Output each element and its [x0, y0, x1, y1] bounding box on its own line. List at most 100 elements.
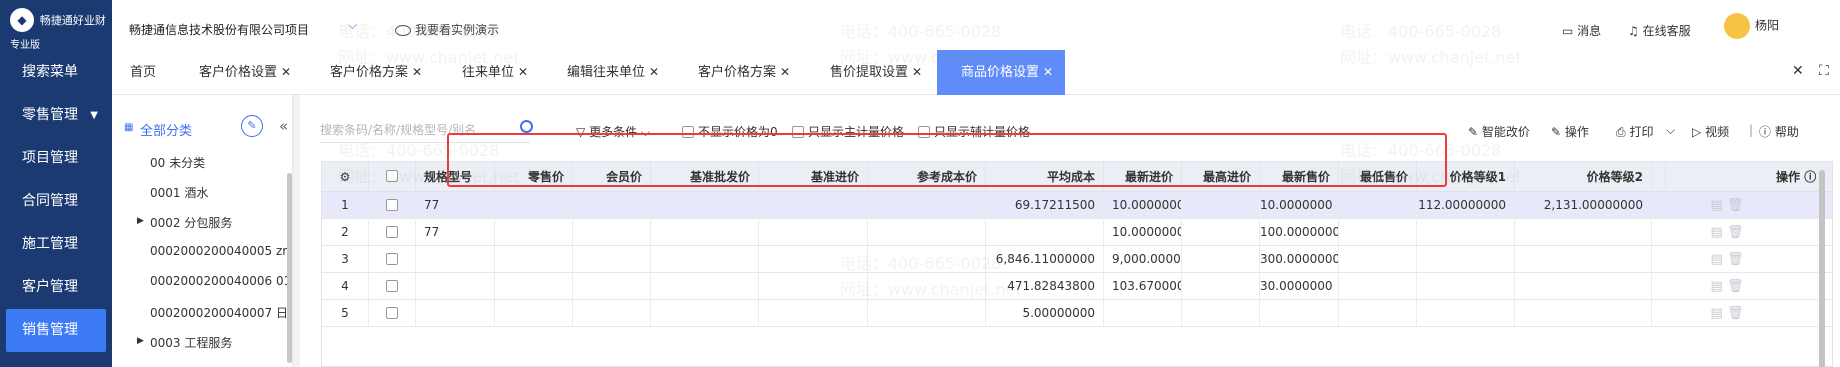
cell-retail	[495, 246, 573, 273]
sidebar-item-construction[interactable]: 施工管理	[0, 223, 112, 266]
select-all-checkbox[interactable]	[386, 170, 398, 182]
search-input[interactable]: 搜索条码/名称/规格型号/别名	[320, 121, 476, 138]
search-icon[interactable]	[520, 120, 533, 133]
edit-row-icon[interactable]: ▤	[1711, 279, 1727, 294]
expand-icon[interactable]: ▶	[137, 336, 144, 346]
table-row[interactable]: 3 6,846.11000000 9,000.00000 300.0000000 ▤ 🗑	[322, 246, 1832, 273]
tab-customer-price-plan[interactable]: 客户价格方案 ✕	[330, 50, 422, 95]
row-actions: ▤ 🗑	[1707, 300, 1747, 327]
close-icon[interactable]: ✕	[780, 65, 790, 79]
cell-retail	[495, 219, 573, 246]
tab-sale-price-extract[interactable]: 售价提取设置 ✕	[830, 50, 922, 95]
search-box[interactable]: 搜索条码/名称/规格型号/别名	[320, 113, 533, 143]
tree-header-all[interactable]: 全部分类	[140, 120, 192, 139]
delete-row-icon[interactable]: 🗑	[1727, 279, 1744, 294]
row-checkbox[interactable]	[386, 226, 398, 238]
tree-node[interactable]: 0002000200040007 日	[150, 304, 288, 321]
close-icon[interactable]: ✕	[412, 65, 422, 79]
edit-row-icon[interactable]: ▤	[1711, 306, 1727, 321]
tab-partners[interactable]: 往来单位 ✕	[462, 50, 528, 95]
tree-node[interactable]: 0001 酒水	[150, 184, 208, 201]
company-selector[interactable]: 畅捷通信息技术股份有限公司项目	[129, 21, 309, 38]
messages-button[interactable]: ▭ 消息	[1562, 22, 1601, 39]
sidebar-item-search-menu[interactable]: 搜索菜单	[0, 51, 112, 94]
sidebar-item-contract[interactable]: 合同管理	[0, 180, 112, 223]
table-row[interactable]: 2 77 10.0000000 100.0000000 ▤ 🗑	[322, 219, 1832, 246]
sidebar-item-retail[interactable]: 零售管理 ▼	[0, 94, 112, 137]
company-dropdown-icon[interactable]: ⌵	[348, 18, 357, 33]
collapse-icon[interactable]: «	[279, 117, 288, 135]
sidebar-item-project[interactable]: 项目管理	[0, 137, 112, 180]
cell-wholesale	[651, 246, 759, 273]
delete-row-icon[interactable]: 🗑	[1727, 225, 1744, 240]
row-checkbox[interactable]	[386, 307, 398, 319]
cell-member	[573, 300, 651, 327]
cell-member	[573, 246, 651, 273]
sidebar-item-customer[interactable]: 客户管理	[0, 266, 112, 309]
online-service-button[interactable]: ♫ 在线客服	[1628, 22, 1691, 39]
message-icon: ▭	[1562, 24, 1578, 38]
print-dropdown-icon[interactable]: ⌵	[1666, 123, 1675, 138]
tree-node[interactable]: 0002000200040006 01	[150, 274, 291, 288]
edit-row-icon[interactable]: ▤	[1711, 198, 1727, 213]
column-settings-icon[interactable]: ⚙	[322, 162, 369, 192]
edit-category-icon[interactable]: ✎	[241, 115, 263, 137]
tree-node[interactable]: ▶ 0003 工程服务	[137, 334, 232, 351]
delete-row-icon[interactable]: 🗑	[1727, 306, 1744, 321]
cell-minsale	[1339, 273, 1417, 300]
close-all-icon[interactable]: ✕	[1792, 63, 1804, 79]
close-icon[interactable]: ✕	[518, 65, 528, 79]
expand-icon[interactable]: ▶	[137, 216, 144, 226]
tree-node[interactable]: 00 未分类	[150, 154, 205, 171]
table-row[interactable]: 5 5.00000000 ▤ 🗑	[322, 300, 1832, 327]
brand-edition: 专业版	[10, 40, 40, 51]
table-scrollbar[interactable]	[1819, 170, 1825, 367]
cell-lastbuy: 10.0000000	[1104, 219, 1182, 246]
tab-home[interactable]: 首页	[130, 50, 156, 95]
tab-bar: 首页 客户价格设置 ✕ 客户价格方案 ✕ 往来单位 ✕ 编辑往来单位 ✕ 客户价格方案 ✕…	[112, 50, 1840, 95]
edit-row-icon[interactable]: ▤	[1711, 225, 1727, 240]
close-icon[interactable]: ✕	[1043, 65, 1053, 79]
aux-unit-only-checkbox[interactable]: 只显示辅计量价格	[918, 123, 1030, 140]
fullscreen-icon[interactable]: ⛶	[1819, 63, 1829, 79]
video-link[interactable]: ▷ 视频	[1692, 123, 1729, 140]
checkbox-icon	[792, 126, 804, 138]
tree-scrollbar[interactable]	[287, 173, 292, 363]
table-row[interactable]: 4 471.82843800 103.670000 30.0000000 ▤ 🗑	[322, 273, 1832, 300]
col-header: 最低售价	[1339, 162, 1417, 192]
delete-row-icon[interactable]: 🗑	[1727, 198, 1744, 213]
close-icon[interactable]: ✕	[281, 65, 291, 79]
print-button[interactable]: ⎙ 打印	[1616, 123, 1653, 140]
cell-spec	[416, 273, 495, 300]
more-conditions-dropdown[interactable]: ▽ 更多条件 ⌵	[576, 123, 650, 140]
help-link[interactable]: ⓘ 帮助	[1759, 123, 1799, 140]
cell-lvl2	[1515, 273, 1652, 300]
tab-edit-partner[interactable]: 编辑往来单位 ✕	[567, 50, 659, 95]
tree-node[interactable]: ▶ 0002 分包服务	[137, 214, 232, 231]
table-row[interactable]: 1 77 69.17211500 10.0000000 10.0000000 112.00…	[322, 192, 1832, 219]
tree-node[interactable]: 0002000200040005 zr	[150, 244, 287, 258]
row-checkbox-cell	[369, 219, 416, 246]
operation-button[interactable]: ✎ 操作	[1551, 123, 1589, 140]
play-icon: ▷	[1692, 125, 1702, 139]
close-icon[interactable]: ✕	[912, 65, 922, 79]
row-checkbox[interactable]	[386, 253, 398, 265]
row-checkbox[interactable]	[386, 280, 398, 292]
tab-customer-price-setting[interactable]: 客户价格设置 ✕	[199, 50, 291, 95]
smart-reprice-button[interactable]: ✎ 智能改价	[1468, 123, 1530, 140]
close-icon[interactable]: ✕	[649, 65, 659, 79]
caret-down-icon: ▼	[90, 110, 98, 121]
edit-row-icon[interactable]: ▤	[1711, 252, 1727, 267]
main-unit-only-checkbox[interactable]: 只显示主计量价格	[792, 123, 904, 140]
row-checkbox[interactable]	[386, 199, 398, 211]
cell-avgcost: 6,846.11000000	[986, 246, 1104, 273]
col-header: 基准批发价	[651, 162, 759, 192]
hide-zero-price-checkbox[interactable]: 不显示价格为0	[682, 123, 778, 140]
select-all-cell[interactable]	[369, 162, 416, 192]
delete-row-icon[interactable]: 🗑	[1727, 252, 1744, 267]
tab-customer-price-plan-2[interactable]: 客户价格方案 ✕	[698, 50, 790, 95]
demo-link[interactable]: 我要看实例演示	[395, 21, 499, 38]
tab-product-price-setting[interactable]: 商品价格设置 ✕	[937, 50, 1066, 95]
user-menu[interactable]: 杨阳	[1724, 13, 1779, 39]
sidebar-item-sales[interactable]: 销售管理	[6, 309, 106, 352]
